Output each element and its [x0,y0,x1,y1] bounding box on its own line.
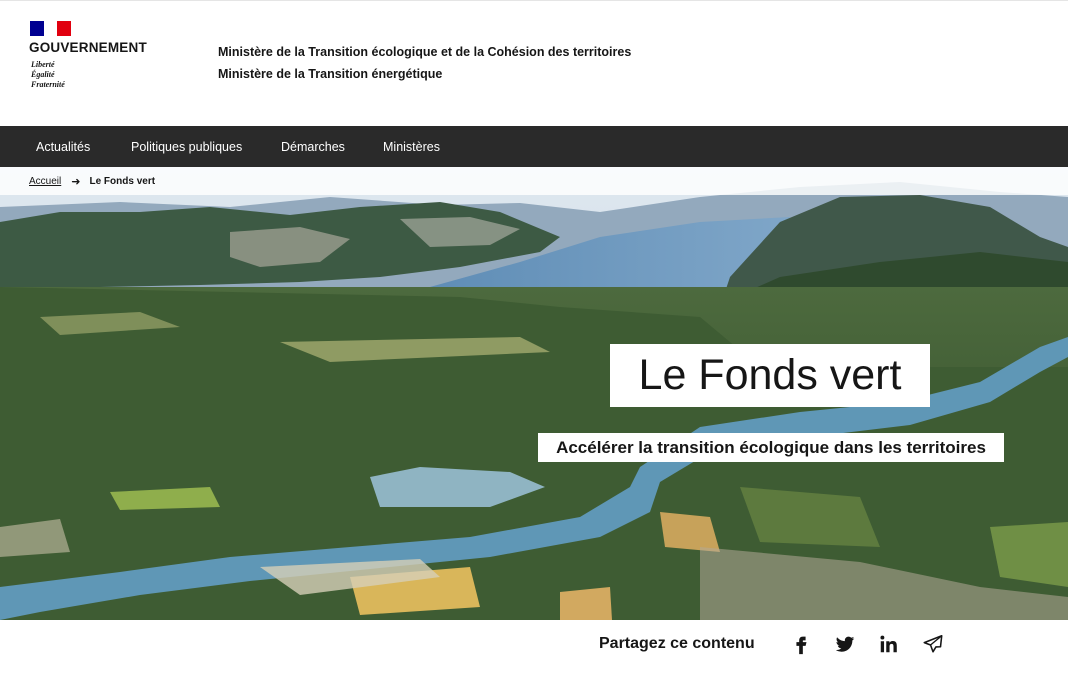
republic-motto: Liberté Égalité Fraternité [31,60,65,90]
motto-line: Fraternité [31,80,65,89]
nav-item-demarches[interactable]: Démarches [281,140,345,154]
nav-item-politiques-publiques[interactable]: Politiques publiques [131,140,242,154]
main-navigation: Actualités Politiques publiques Démarche… [0,126,1068,167]
french-flag-logo[interactable] [30,21,72,36]
breadcrumb-current: Le Fonds vert [89,175,156,187]
breadcrumb: Accueil ➜ Le Fonds vert [0,167,1068,195]
hero-banner: Accueil ➜ Le Fonds vert Le Fonds vert Ac… [0,167,1068,620]
nav-item-ministeres[interactable]: Ministères [383,140,440,154]
ministry-name: Ministère de la Transition énergétique [218,67,443,81]
ministry-name: Ministère de la Transition écologique et… [218,45,632,59]
motto-line: Liberté [31,60,55,69]
gov-name[interactable]: GOUVERNEMENT [29,40,147,55]
arrow-right-icon: ➜ [71,175,81,188]
motto-line: Égalité [31,70,55,79]
breadcrumb-home-link[interactable]: Accueil [29,176,61,187]
linkedin-icon[interactable] [878,633,900,655]
share-bar: Partagez ce contenu [0,620,1068,691]
page-subtitle: Accélérer la transition écologique dans … [538,433,1004,462]
twitter-icon[interactable] [834,633,856,655]
page-title: Le Fonds vert [610,344,930,407]
send-mail-icon[interactable] [922,633,944,655]
facebook-icon[interactable] [790,633,812,655]
share-label: Partagez ce contenu [599,635,755,652]
site-header: GOUVERNEMENT Liberté Égalité Fraternité … [0,0,1068,126]
ministries-title[interactable]: Ministère de la Transition écologique et… [218,41,631,85]
nav-item-actualites[interactable]: Actualités [36,140,90,154]
